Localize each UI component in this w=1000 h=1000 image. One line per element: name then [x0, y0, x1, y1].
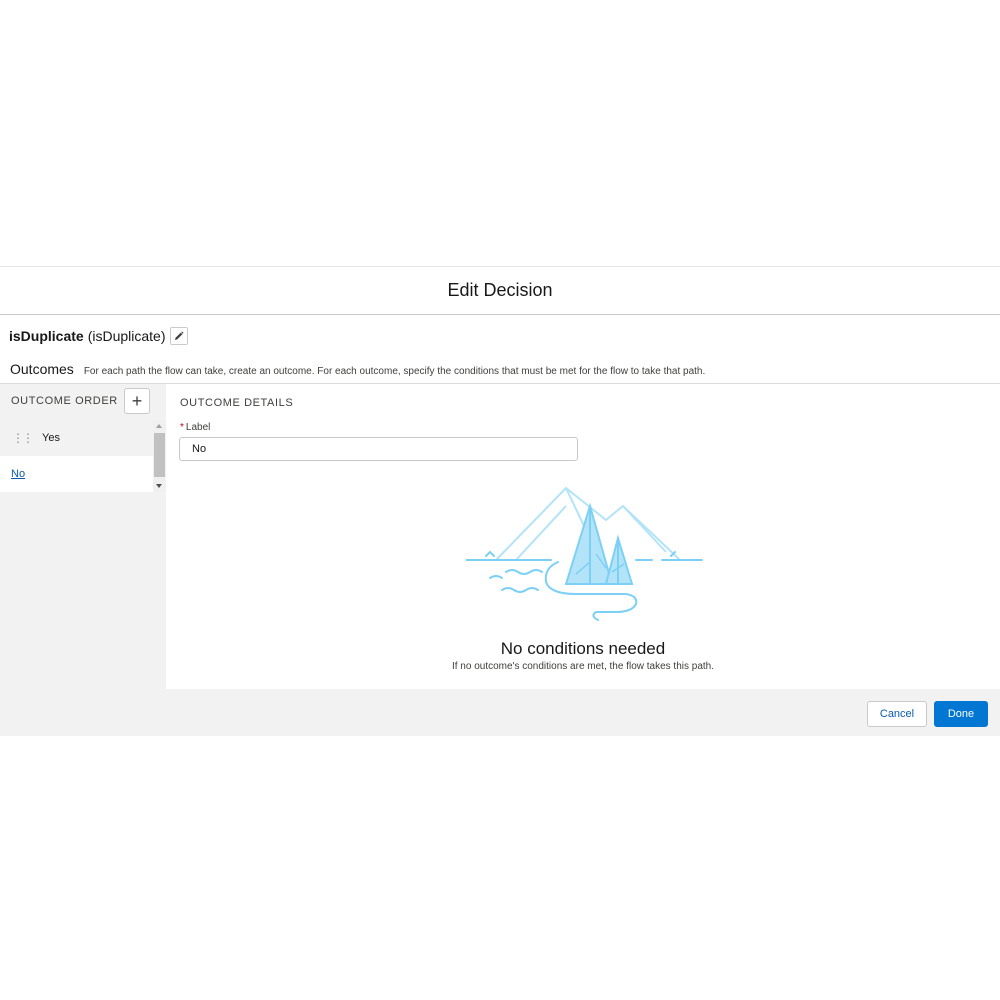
outcomes-description: For each path the flow can take, create …	[83, 366, 706, 377]
outcomes-title: Outcomes	[10, 361, 74, 377]
edit-name-button[interactable]	[169, 327, 188, 345]
element-label: isDuplicate	[9, 328, 84, 344]
add-outcome-button[interactable]: +	[124, 388, 150, 414]
scroll-thumb[interactable]	[154, 433, 165, 477]
modal-title: Edit Decision	[447, 280, 553, 300]
required-marker: *	[180, 422, 184, 433]
outcomes-content: OUTCOME ORDER i + ⋮⋮ Yes No OUTCOME D	[0, 383, 1000, 691]
cancel-button[interactable]: Cancel	[867, 701, 927, 727]
outcome-list: ⋮⋮ Yes No	[0, 420, 166, 492]
outcome-order-panel: OUTCOME ORDER i + ⋮⋮ Yes No	[0, 384, 166, 690]
outcome-item-yes[interactable]: ⋮⋮ Yes	[0, 420, 153, 456]
pencil-icon	[174, 331, 184, 340]
label-field-text: Label	[185, 422, 211, 433]
modal-footer: Cancel Done	[0, 689, 1000, 736]
outcome-details-title: OUTCOME DETAILS	[180, 397, 294, 409]
outcome-list-scrollbar[interactable]	[153, 420, 166, 492]
drag-handle-icon[interactable]: ⋮⋮	[12, 431, 34, 445]
outcome-item-label: Yes	[42, 432, 60, 444]
empty-state-description: If no outcome's conditions are met, the …	[451, 661, 715, 672]
scroll-up-arrow-icon[interactable]	[156, 424, 162, 428]
label-input[interactable]	[179, 437, 578, 461]
outcome-order-title: OUTCOME ORDER	[11, 395, 118, 407]
edit-decision-modal: Edit Decision isDuplicate (isDuplicate) …	[0, 266, 1000, 736]
empty-state-title: No conditions needed	[500, 639, 666, 658]
mountains-illustration	[466, 487, 703, 621]
outcomes-section-header: Outcomes For each path the flow can take…	[10, 361, 705, 379]
label-field-label: * Label	[180, 422, 210, 433]
scroll-down-arrow-icon[interactable]	[156, 484, 162, 488]
outcome-order-header: OUTCOME ORDER i	[11, 389, 135, 413]
outcome-item-link[interactable]: No	[11, 468, 25, 480]
element-name: isDuplicate (isDuplicate)	[9, 326, 188, 346]
outcome-item-no[interactable]: No	[0, 456, 153, 492]
element-api-name: (isDuplicate)	[87, 328, 166, 344]
modal-header: Edit Decision	[0, 267, 1000, 315]
done-button[interactable]: Done	[934, 701, 988, 727]
